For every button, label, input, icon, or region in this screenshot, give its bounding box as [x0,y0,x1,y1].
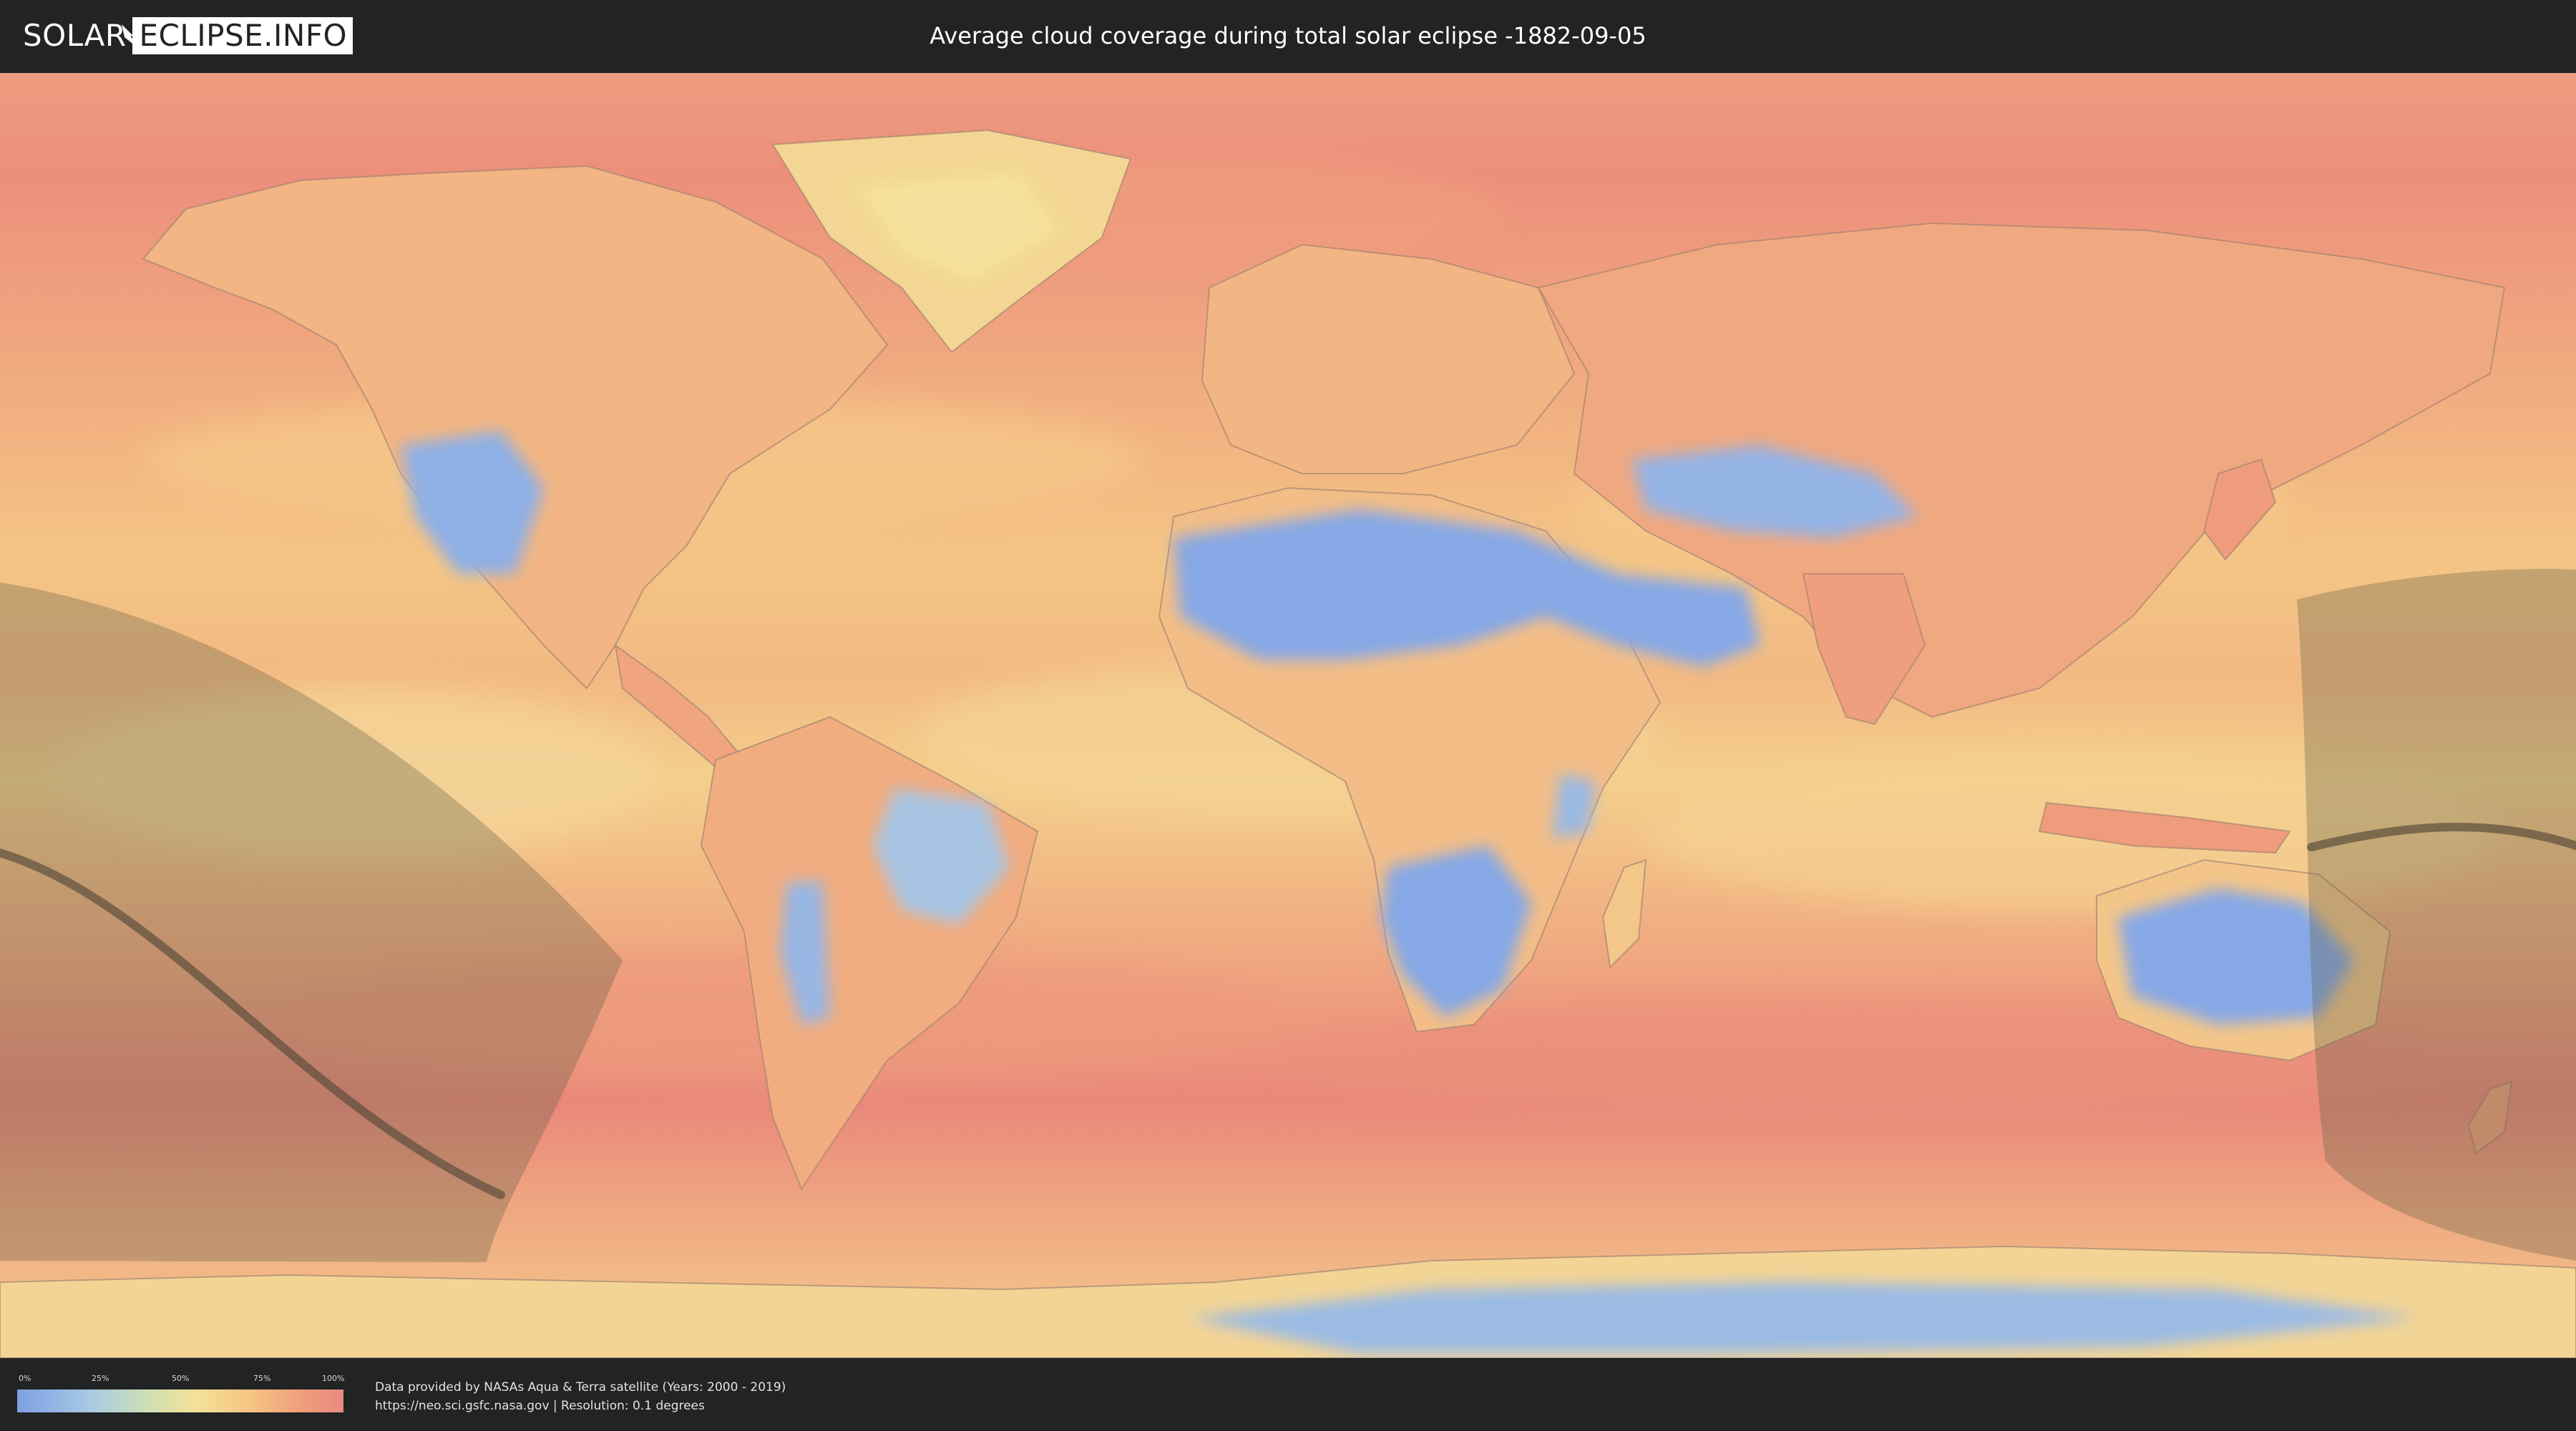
header-bar: SOLAR ECLIPSE.INFO Average cloud coverag… [0,0,2576,72]
legend-tick-50: 50% [172,1374,190,1383]
footer-bar: 0% 25% 50% 75% 100% Data provided by NAS… [0,1358,2576,1431]
credit-line-resolution: https://neo.sci.gsfc.nasa.gov | Resoluti… [375,1399,705,1413]
legend-tick-75: 75% [253,1374,271,1383]
legend-color-scale [17,1390,343,1412]
coverage-legend: 0% 25% 50% 75% 100% [17,1374,345,1417]
legend-tick-25: 25% [92,1374,109,1383]
legend-tick-100: 100% [322,1374,345,1383]
credit-line-source: Data provided by NASAs Aqua & Terra sate… [375,1380,786,1395]
eclipse-path-right [2297,569,2576,1261]
cloud-coverage-map[interactable] [0,73,2576,1358]
data-credits: Data provided by NASAs Aqua & Terra sate… [375,1378,786,1415]
page: SOLAR ECLIPSE.INFO Average cloud coverag… [0,0,2576,1431]
legend-ticks: 0% 25% 50% 75% 100% [17,1374,345,1387]
world-map-icon [0,73,2576,1358]
legend-tick-0: 0% [19,1374,31,1383]
page-title: Average cloud coverage during total sola… [930,22,1646,49]
